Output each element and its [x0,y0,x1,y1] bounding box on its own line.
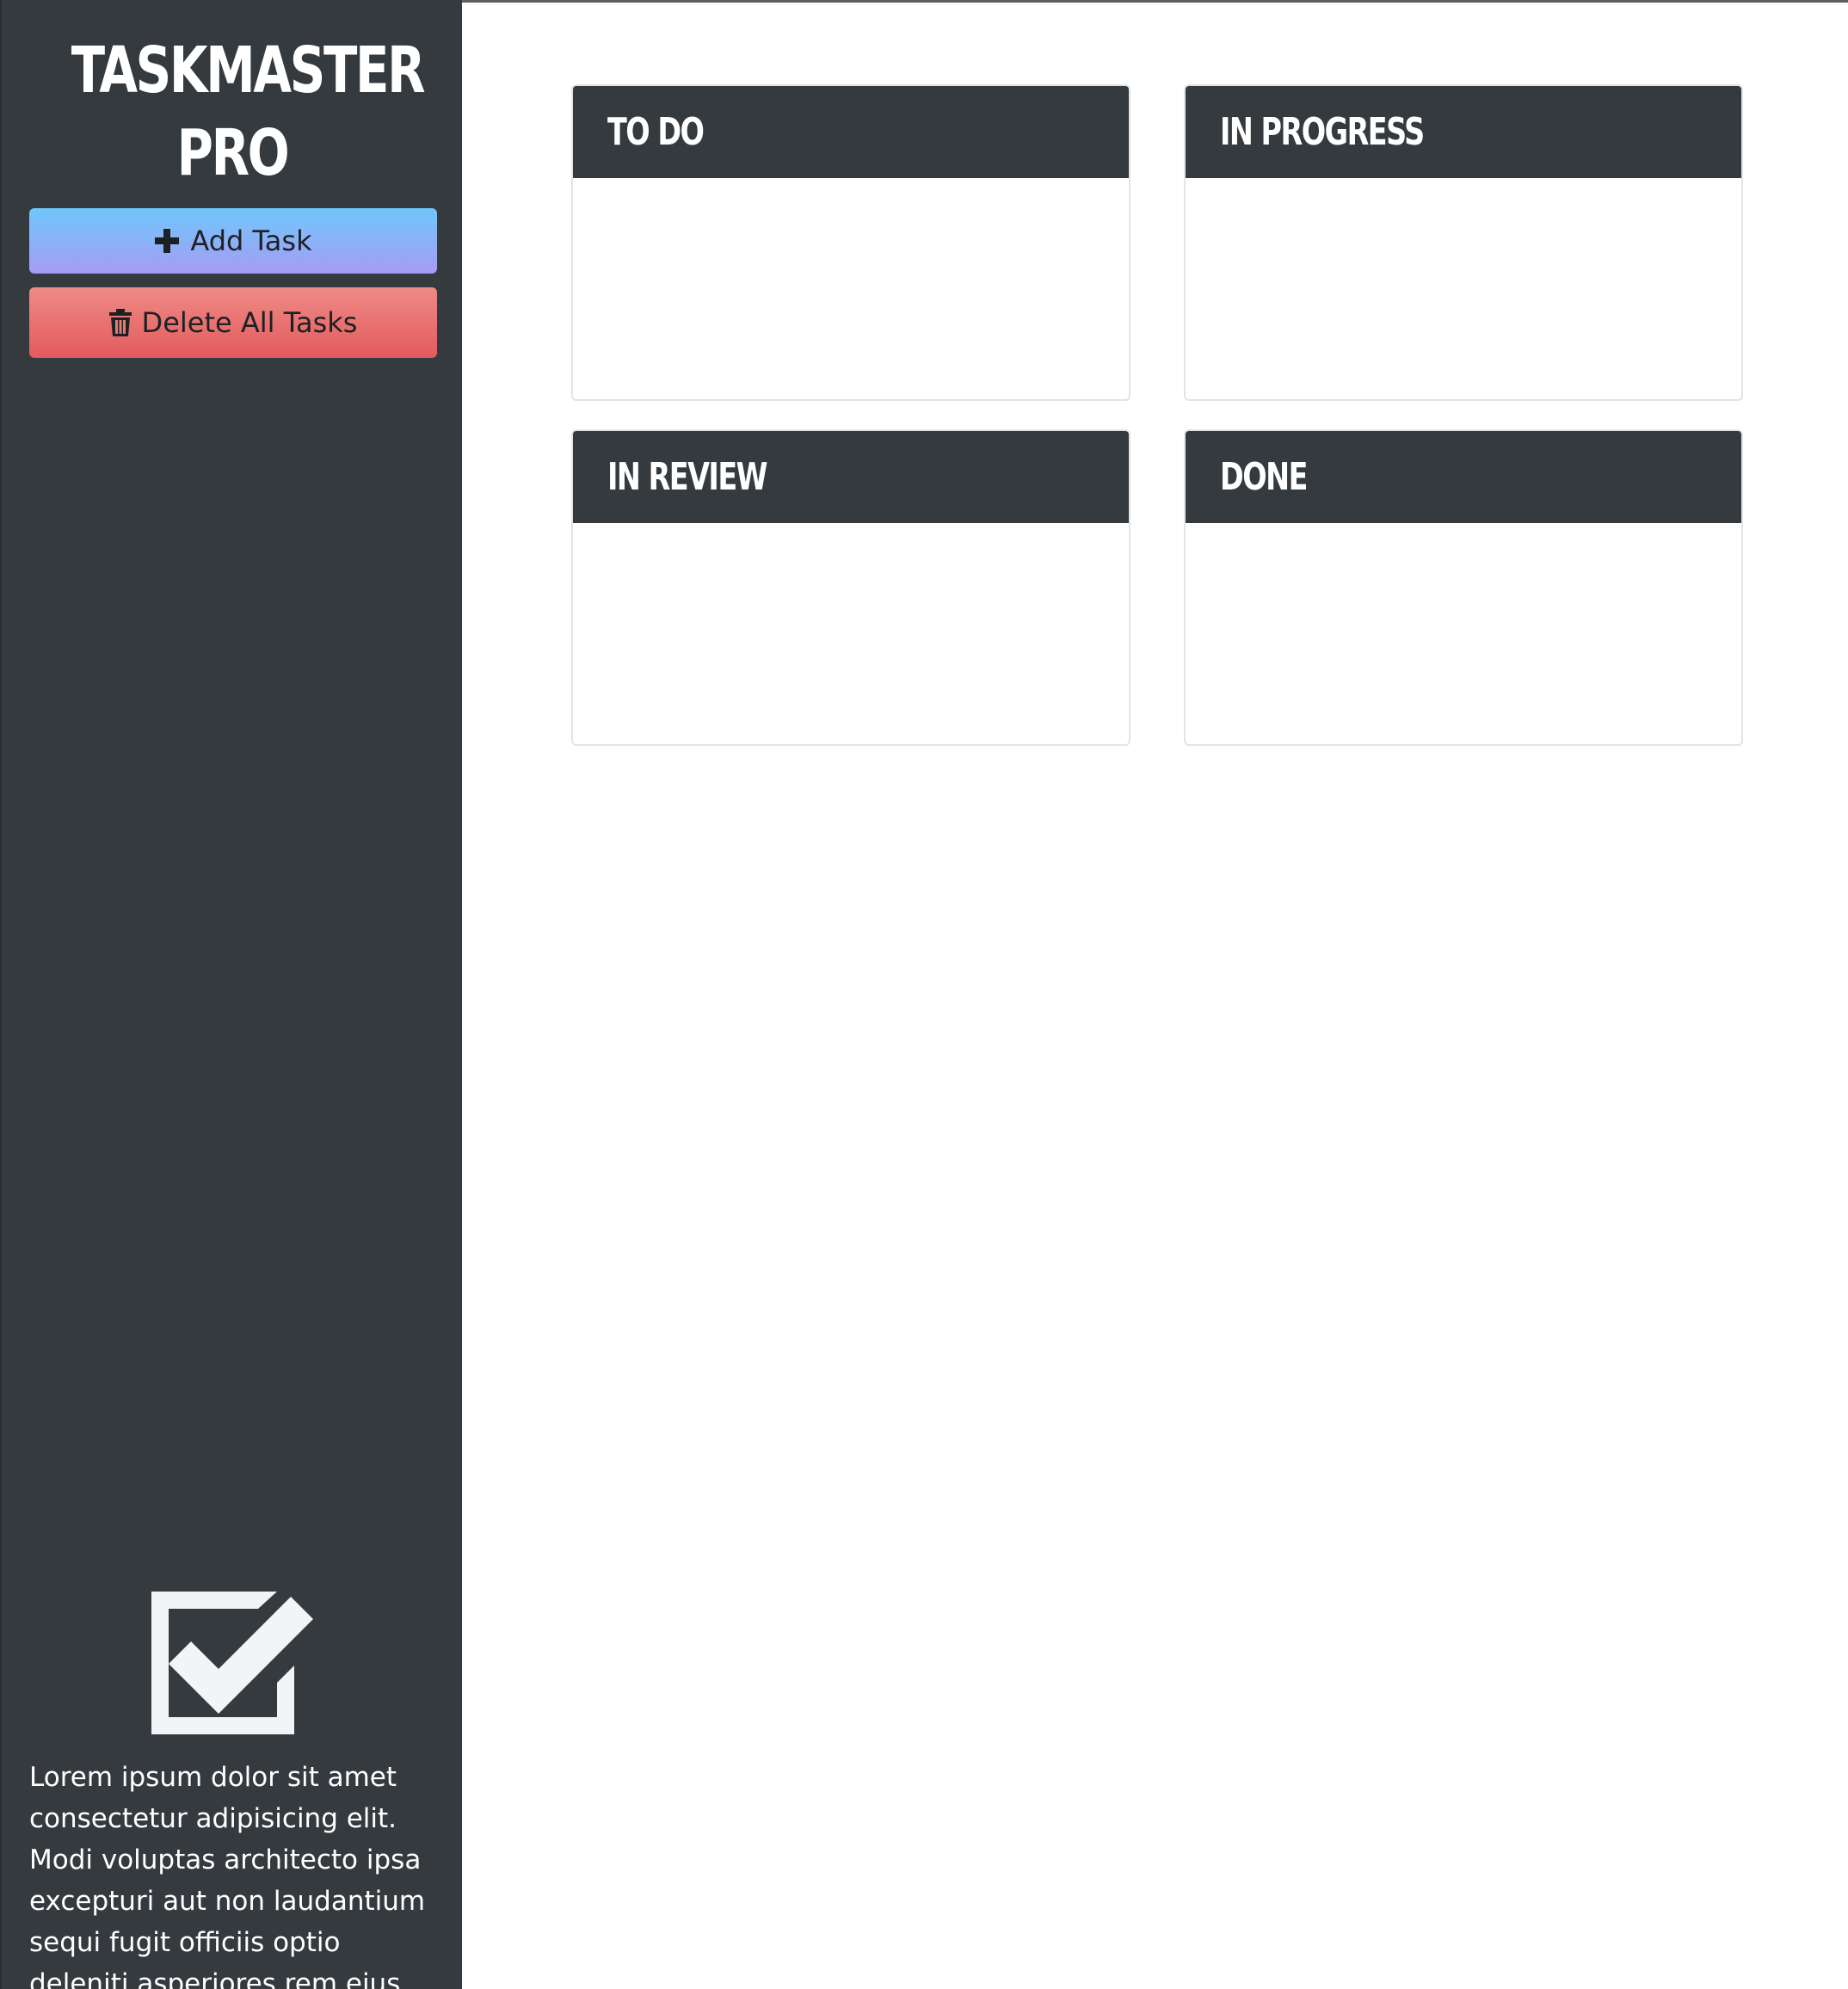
plus-icon [154,228,180,254]
column-header: Done [1186,431,1741,523]
column-header: In Progress [1186,86,1741,178]
column-dropzone[interactable] [573,178,1129,399]
column-dropzone[interactable] [1186,178,1741,399]
column-dropzone[interactable] [1186,523,1741,744]
task-board: To Do In Progress In Review Done [571,84,1744,746]
about-text: Lorem ipsum dolor sit amet consectetur a… [29,1762,426,1989]
column-done[interactable]: Done [1184,429,1743,746]
add-task-button[interactable]: Add Task [29,208,437,274]
column-header: To Do [573,86,1129,178]
column-title: To Do [607,110,705,154]
column-todo[interactable]: To Do [571,84,1130,401]
column-header: In Review [573,431,1129,523]
add-task-label: Add Task [190,225,312,257]
delete-all-tasks-label: Delete All Tasks [141,306,358,339]
column-title: In Review [607,455,768,499]
delete-all-tasks-button[interactable]: Delete All Tasks [29,287,437,358]
check-square-icon [148,1588,317,1738]
column-in-review[interactable]: In Review [571,429,1130,746]
sidebar: TASKMASTER PRO EDITION Add Task Delete A… [0,0,462,1989]
column-dropzone[interactable] [573,523,1129,744]
column-in-progress[interactable]: In Progress [1184,84,1743,401]
column-title: In Progress [1220,110,1425,154]
trash-icon [108,309,132,336]
column-title: Done [1220,455,1308,499]
